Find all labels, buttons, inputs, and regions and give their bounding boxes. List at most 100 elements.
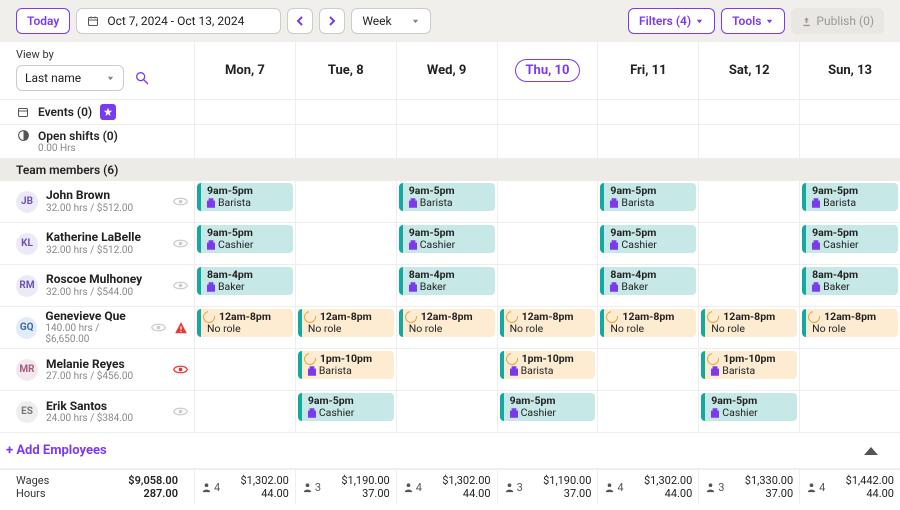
schedule-cell[interactable]: 9am-5pmCashier bbox=[698, 391, 799, 432]
events-left[interactable]: Events (0) bbox=[0, 100, 194, 124]
open-shifts-left[interactable]: Open shifts (0) 0.00 Hrs bbox=[0, 125, 194, 158]
shift-card[interactable]: 1pm-10pmBarista bbox=[500, 351, 596, 379]
employee-cell[interactable]: RMRoscoe Mulhoney32.00 hrs / $544.00 bbox=[0, 265, 194, 306]
day-header-today[interactable]: Thu, 10 bbox=[497, 42, 598, 99]
shift-card[interactable]: 12am-8pmNo role bbox=[600, 309, 696, 337]
schedule-cell[interactable]: 9am-5pmCashier bbox=[396, 223, 497, 264]
day-header[interactable]: Wed, 9 bbox=[396, 42, 497, 99]
shift-card[interactable]: 8am-4pmBaker bbox=[600, 267, 696, 295]
add-employees-button[interactable]: + Add Employees bbox=[0, 433, 900, 469]
schedule-cell[interactable]: 9am-5pmBarista bbox=[194, 181, 295, 222]
employee-cell[interactable]: KLKatherine LaBelle32.00 hrs / $512.00 bbox=[0, 223, 194, 264]
shift-card[interactable]: 8am-4pmBaker bbox=[802, 267, 898, 295]
shift-card[interactable]: 9am-5pmBarista bbox=[399, 183, 495, 211]
today-button[interactable]: Today bbox=[16, 8, 70, 34]
shift-card[interactable]: 9am-5pmBarista bbox=[802, 183, 898, 211]
shift-card[interactable]: 12am-8pmNo role bbox=[399, 309, 495, 337]
shift-card[interactable]: 1pm-10pmBarista bbox=[298, 351, 394, 379]
day-header[interactable]: Sat, 12 bbox=[698, 42, 799, 99]
schedule-cell[interactable] bbox=[396, 391, 497, 432]
schedule-cell[interactable] bbox=[295, 223, 396, 264]
schedule-cell[interactable]: 12am-8pmNo role bbox=[698, 307, 799, 348]
shift-card[interactable]: 9am-5pmCashier bbox=[802, 225, 898, 253]
shift-card[interactable]: 9am-5pmCashier bbox=[298, 393, 394, 421]
shift-card[interactable]: 9am-5pmCashier bbox=[399, 225, 495, 253]
day-header[interactable]: Fri, 11 bbox=[597, 42, 698, 99]
shift-card[interactable]: 9am-5pmCashier bbox=[701, 393, 797, 421]
schedule-cell[interactable] bbox=[799, 391, 900, 432]
shift-card[interactable]: 9am-5pmCashier bbox=[500, 393, 596, 421]
schedule-cell[interactable]: 9am-5pmCashier bbox=[497, 391, 598, 432]
schedule-cell[interactable] bbox=[597, 391, 698, 432]
schedule-cell[interactable] bbox=[698, 181, 799, 222]
day-header[interactable]: Mon, 7 bbox=[194, 42, 295, 99]
visibility-icon[interactable] bbox=[173, 236, 188, 251]
tools-button[interactable]: Tools bbox=[721, 8, 785, 34]
schedule-cell[interactable] bbox=[295, 181, 396, 222]
next-week-button[interactable] bbox=[319, 8, 345, 34]
shift-card[interactable]: 12am-8pmNo role bbox=[500, 309, 596, 337]
visibility-icon[interactable] bbox=[151, 320, 166, 335]
shift-card[interactable]: 9am-5pmCashier bbox=[600, 225, 696, 253]
visibility-icon[interactable] bbox=[173, 362, 188, 377]
visibility-icon[interactable] bbox=[173, 278, 188, 293]
shift-card[interactable]: 12am-8pmNo role bbox=[298, 309, 394, 337]
schedule-cell[interactable]: 9am-5pmCashier bbox=[194, 223, 295, 264]
schedule-cell[interactable] bbox=[698, 265, 799, 306]
schedule-cell[interactable] bbox=[497, 223, 598, 264]
schedule-cell[interactable] bbox=[194, 391, 295, 432]
schedule-cell[interactable]: 1pm-10pmBarista bbox=[497, 349, 598, 390]
schedule-cell[interactable]: 12am-8pmNo role bbox=[799, 307, 900, 348]
filters-button[interactable]: Filters (4) bbox=[628, 8, 715, 34]
visibility-icon[interactable] bbox=[173, 194, 188, 209]
schedule-cell[interactable]: 9am-5pmBarista bbox=[799, 181, 900, 222]
employee-cell[interactable]: JBJohn Brown32.00 hrs / $512.00 bbox=[0, 181, 194, 222]
shift-card[interactable]: 8am-4pmBaker bbox=[399, 267, 495, 295]
schedule-cell[interactable] bbox=[396, 349, 497, 390]
search-icon[interactable] bbox=[134, 70, 150, 86]
day-header[interactable]: Tue, 8 bbox=[295, 42, 396, 99]
shift-card[interactable]: 12am-8pmNo role bbox=[802, 309, 898, 337]
shift-card[interactable]: 9am-5pmCashier bbox=[197, 225, 293, 253]
shift-card[interactable]: 12am-8pmNo role bbox=[197, 309, 293, 337]
star-icon[interactable] bbox=[100, 104, 116, 120]
schedule-cell[interactable] bbox=[698, 223, 799, 264]
shift-card[interactable]: 1pm-10pmBarista bbox=[701, 351, 797, 379]
shift-card[interactable]: 12am-8pmNo role bbox=[701, 309, 797, 337]
schedule-cell[interactable]: 8am-4pmBaker bbox=[396, 265, 497, 306]
schedule-cell[interactable]: 8am-4pmBaker bbox=[194, 265, 295, 306]
schedule-cell[interactable]: 8am-4pmBaker bbox=[597, 265, 698, 306]
schedule-cell[interactable]: 1pm-10pmBarista bbox=[295, 349, 396, 390]
schedule-cell[interactable]: 9am-5pmBarista bbox=[396, 181, 497, 222]
publish-button[interactable]: Publish (0) bbox=[791, 8, 884, 34]
schedule-cell[interactable] bbox=[597, 349, 698, 390]
employee-cell[interactable]: GQGenevieve Que140.00 hrs / $6,650.00 bbox=[0, 307, 194, 348]
employee-cell[interactable]: ESErik Santos24.00 hrs / $384.00 bbox=[0, 391, 194, 432]
viewby-select[interactable]: Last name bbox=[16, 65, 124, 91]
schedule-cell[interactable] bbox=[497, 181, 598, 222]
schedule-cell[interactable]: 12am-8pmNo role bbox=[497, 307, 598, 348]
schedule-cell[interactable] bbox=[497, 265, 598, 306]
visibility-icon[interactable] bbox=[173, 404, 188, 419]
shift-card[interactable]: 9am-5pmBarista bbox=[197, 183, 293, 211]
day-header[interactable]: Sun, 13 bbox=[799, 42, 900, 99]
prev-week-button[interactable] bbox=[287, 8, 313, 34]
view-mode-select[interactable]: Week bbox=[351, 8, 431, 34]
schedule-cell[interactable]: 8am-4pmBaker bbox=[799, 265, 900, 306]
schedule-cell[interactable] bbox=[295, 265, 396, 306]
schedule-cell[interactable]: 9am-5pmCashier bbox=[597, 223, 698, 264]
schedule-cell[interactable]: 12am-8pmNo role bbox=[396, 307, 497, 348]
shift-card[interactable]: 8am-4pmBaker bbox=[197, 267, 293, 295]
schedule-cell[interactable]: 1pm-10pmBarista bbox=[698, 349, 799, 390]
employee-cell[interactable]: MRMelanie Reyes27.00 hrs / $456.00 bbox=[0, 349, 194, 390]
date-range-picker[interactable]: Oct 7, 2024 - Oct 13, 2024 bbox=[76, 8, 281, 34]
shift-card[interactable]: 9am-5pmBarista bbox=[600, 183, 696, 211]
schedule-cell[interactable] bbox=[194, 349, 295, 390]
schedule-cell[interactable] bbox=[799, 349, 900, 390]
schedule-cell[interactable]: 12am-8pmNo role bbox=[194, 307, 295, 348]
schedule-cell[interactable]: 9am-5pmCashier bbox=[799, 223, 900, 264]
schedule-cell[interactable]: 9am-5pmBarista bbox=[597, 181, 698, 222]
schedule-cell[interactable]: 12am-8pmNo role bbox=[295, 307, 396, 348]
schedule-cell[interactable]: 9am-5pmCashier bbox=[295, 391, 396, 432]
caret-up-icon[interactable] bbox=[864, 447, 878, 455]
